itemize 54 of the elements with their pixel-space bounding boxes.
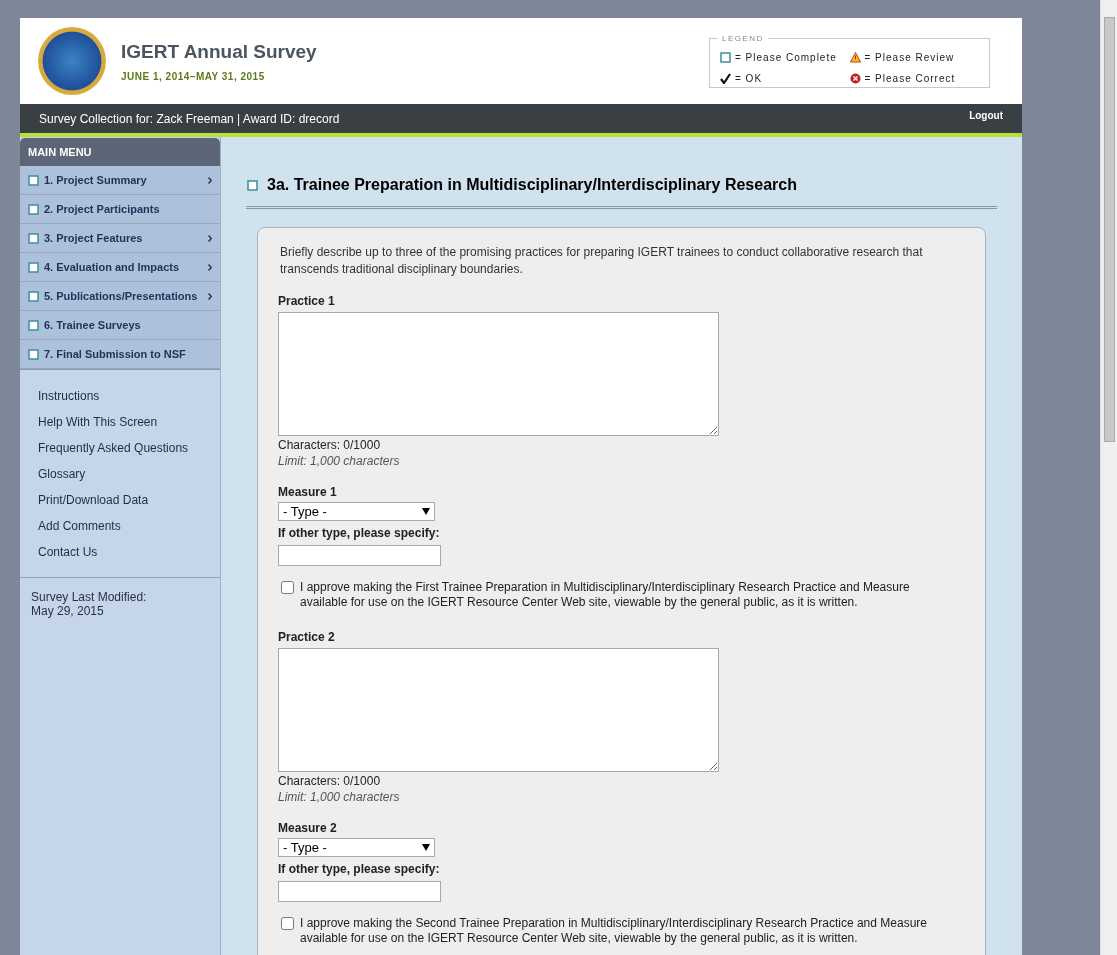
warning-icon <box>849 51 861 63</box>
section-heading: 3a. Trainee Preparation in Multidisciplinary/Interdisciplinary Research <box>267 175 797 195</box>
sidebar-link[interactable]: Print/Download Data <box>38 492 202 508</box>
legend-label: = Please Complete <box>735 50 837 65</box>
dropdown-arrow-icon <box>422 508 430 515</box>
checkmark-icon <box>720 72 731 84</box>
scrollbar-drawing[interactable] <box>1100 0 1117 955</box>
menu-item[interactable]: 3. Project Features <box>20 224 220 253</box>
practice-textarea[interactable] <box>278 648 719 772</box>
legend-label: = Please Review <box>864 50 955 65</box>
menu-item[interactable]: 1. Project Summary <box>20 166 220 195</box>
survey-collection-info: Survey Collection for: Zack Freeman | Award ID: drecord <box>39 110 340 128</box>
menu-item[interactable]: 7. Final Submission to NSF <box>20 340 220 369</box>
specify-label: If other type, please specify: <box>278 526 441 541</box>
character-limit: Limit: 1,000 characters <box>278 454 401 469</box>
measure-label: Measure 1 <box>278 485 338 500</box>
sidebar-link[interactable]: Instructions <box>38 388 202 404</box>
survey-dates: JUNE 1, 2014–MAY 31, 2015 <box>121 70 266 85</box>
sidebar-link[interactable]: Glossary <box>38 466 202 482</box>
last-modified-date: May 29, 2015 <box>31 604 105 618</box>
character-count: Characters: 0/1000 <box>278 438 382 453</box>
specify-input[interactable] <box>278 545 441 566</box>
approval-text: I approve making the First Trainee Preparation in Multidisciplinary/Interdisciplinary Research Practice and Measure available for use on the IGERT Resource Center Web site, viewable by the general public, as it is written. <box>300 580 911 610</box>
character-limit: Limit: 1,000 characters <box>278 790 401 805</box>
dropdown-arrow-icon <box>422 844 430 851</box>
practice-label: Practice 2 <box>278 630 336 645</box>
approve-checkbox[interactable] <box>281 581 294 594</box>
last-modified-label: Survey Last Modified: <box>31 590 148 604</box>
type-dropdown[interactable]: - Type - <box>278 502 435 521</box>
specify-input[interactable] <box>278 881 441 902</box>
approve-checkbox[interactable] <box>281 917 294 930</box>
instructions-text: Briefly describe up to three of the promising practices for preparing IGERT trainees to conduct collaborative research that transcends traditional disciplinary boundaries. <box>279 244 924 278</box>
sidebar-link[interactable]: Add Comments <box>38 518 202 534</box>
menu-item[interactable]: 5. Publications/Presentations <box>20 282 220 311</box>
error-icon <box>849 72 861 84</box>
sidebar-link[interactable]: Contact Us <box>38 544 202 560</box>
empty-square-icon <box>720 51 731 63</box>
practice-textarea[interactable] <box>278 312 719 436</box>
specify-label: If other type, please specify: <box>278 862 441 877</box>
menu-item[interactable]: 2. Project Participants <box>20 195 220 224</box>
practice-label: Practice 1 <box>278 294 336 309</box>
measure-label: Measure 2 <box>278 821 338 836</box>
legend-label: = OK <box>735 71 763 86</box>
menu-item[interactable]: 4. Evaluation and Impacts <box>20 253 220 282</box>
logout-link[interactable]: Logout <box>969 108 1003 123</box>
sidebar-link[interactable]: Frequently Asked Questions <box>38 440 202 456</box>
main-menu-header: MAIN MENU <box>20 138 220 166</box>
approval-text: I approve making the Second Trainee Preparation in Multidisciplinary/Interdisciplinary Research Practice and Measure available for use on the IGERT Resource Center Web site, viewable by the general public, as it is written. <box>300 916 928 946</box>
type-dropdown[interactable]: - Type - <box>278 838 435 857</box>
character-count: Characters: 0/1000 <box>278 774 382 789</box>
menu-item[interactable]: 6. Trainee Surveys <box>20 311 220 340</box>
survey-title: IGERT Annual Survey <box>121 39 317 64</box>
sidebar-link[interactable]: Help With This Screen <box>38 414 202 430</box>
legend-label: = Please Correct <box>864 71 956 86</box>
